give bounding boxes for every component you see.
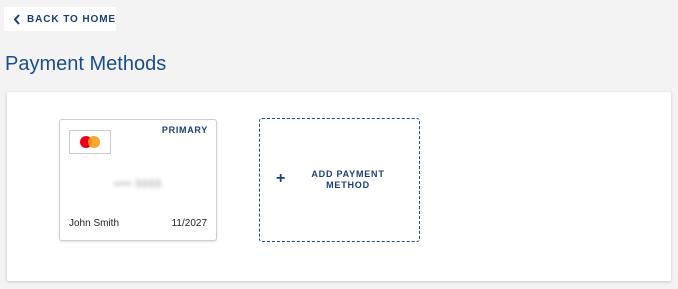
primary-badge: PRIMARY bbox=[161, 125, 208, 135]
payment-methods-panel: PRIMARY •••• 5555 John Smith 11/2027 + A… bbox=[7, 92, 671, 281]
back-to-home-label: BACK TO HOME bbox=[27, 13, 116, 25]
payment-card[interactable]: PRIMARY •••• 5555 John Smith 11/2027 bbox=[59, 119, 217, 241]
page-title: Payment Methods bbox=[5, 53, 167, 75]
card-number: •••• 5555 bbox=[113, 179, 163, 190]
card-holder-name: John Smith bbox=[69, 218, 120, 229]
payment-methods-page: BACK TO HOME Payment Methods PRIMARY •••… bbox=[0, 0, 678, 289]
card-expiry: 11/2027 bbox=[171, 218, 207, 229]
add-payment-method-button[interactable]: + ADD PAYMENT METHOD bbox=[259, 118, 420, 242]
mastercard-icon bbox=[69, 130, 111, 154]
chevron-left-icon bbox=[13, 13, 21, 25]
add-payment-method-label: ADD PAYMENT METHOD bbox=[311, 169, 385, 190]
plus-icon: + bbox=[276, 170, 286, 187]
back-to-home-button[interactable]: BACK TO HOME bbox=[4, 7, 116, 31]
